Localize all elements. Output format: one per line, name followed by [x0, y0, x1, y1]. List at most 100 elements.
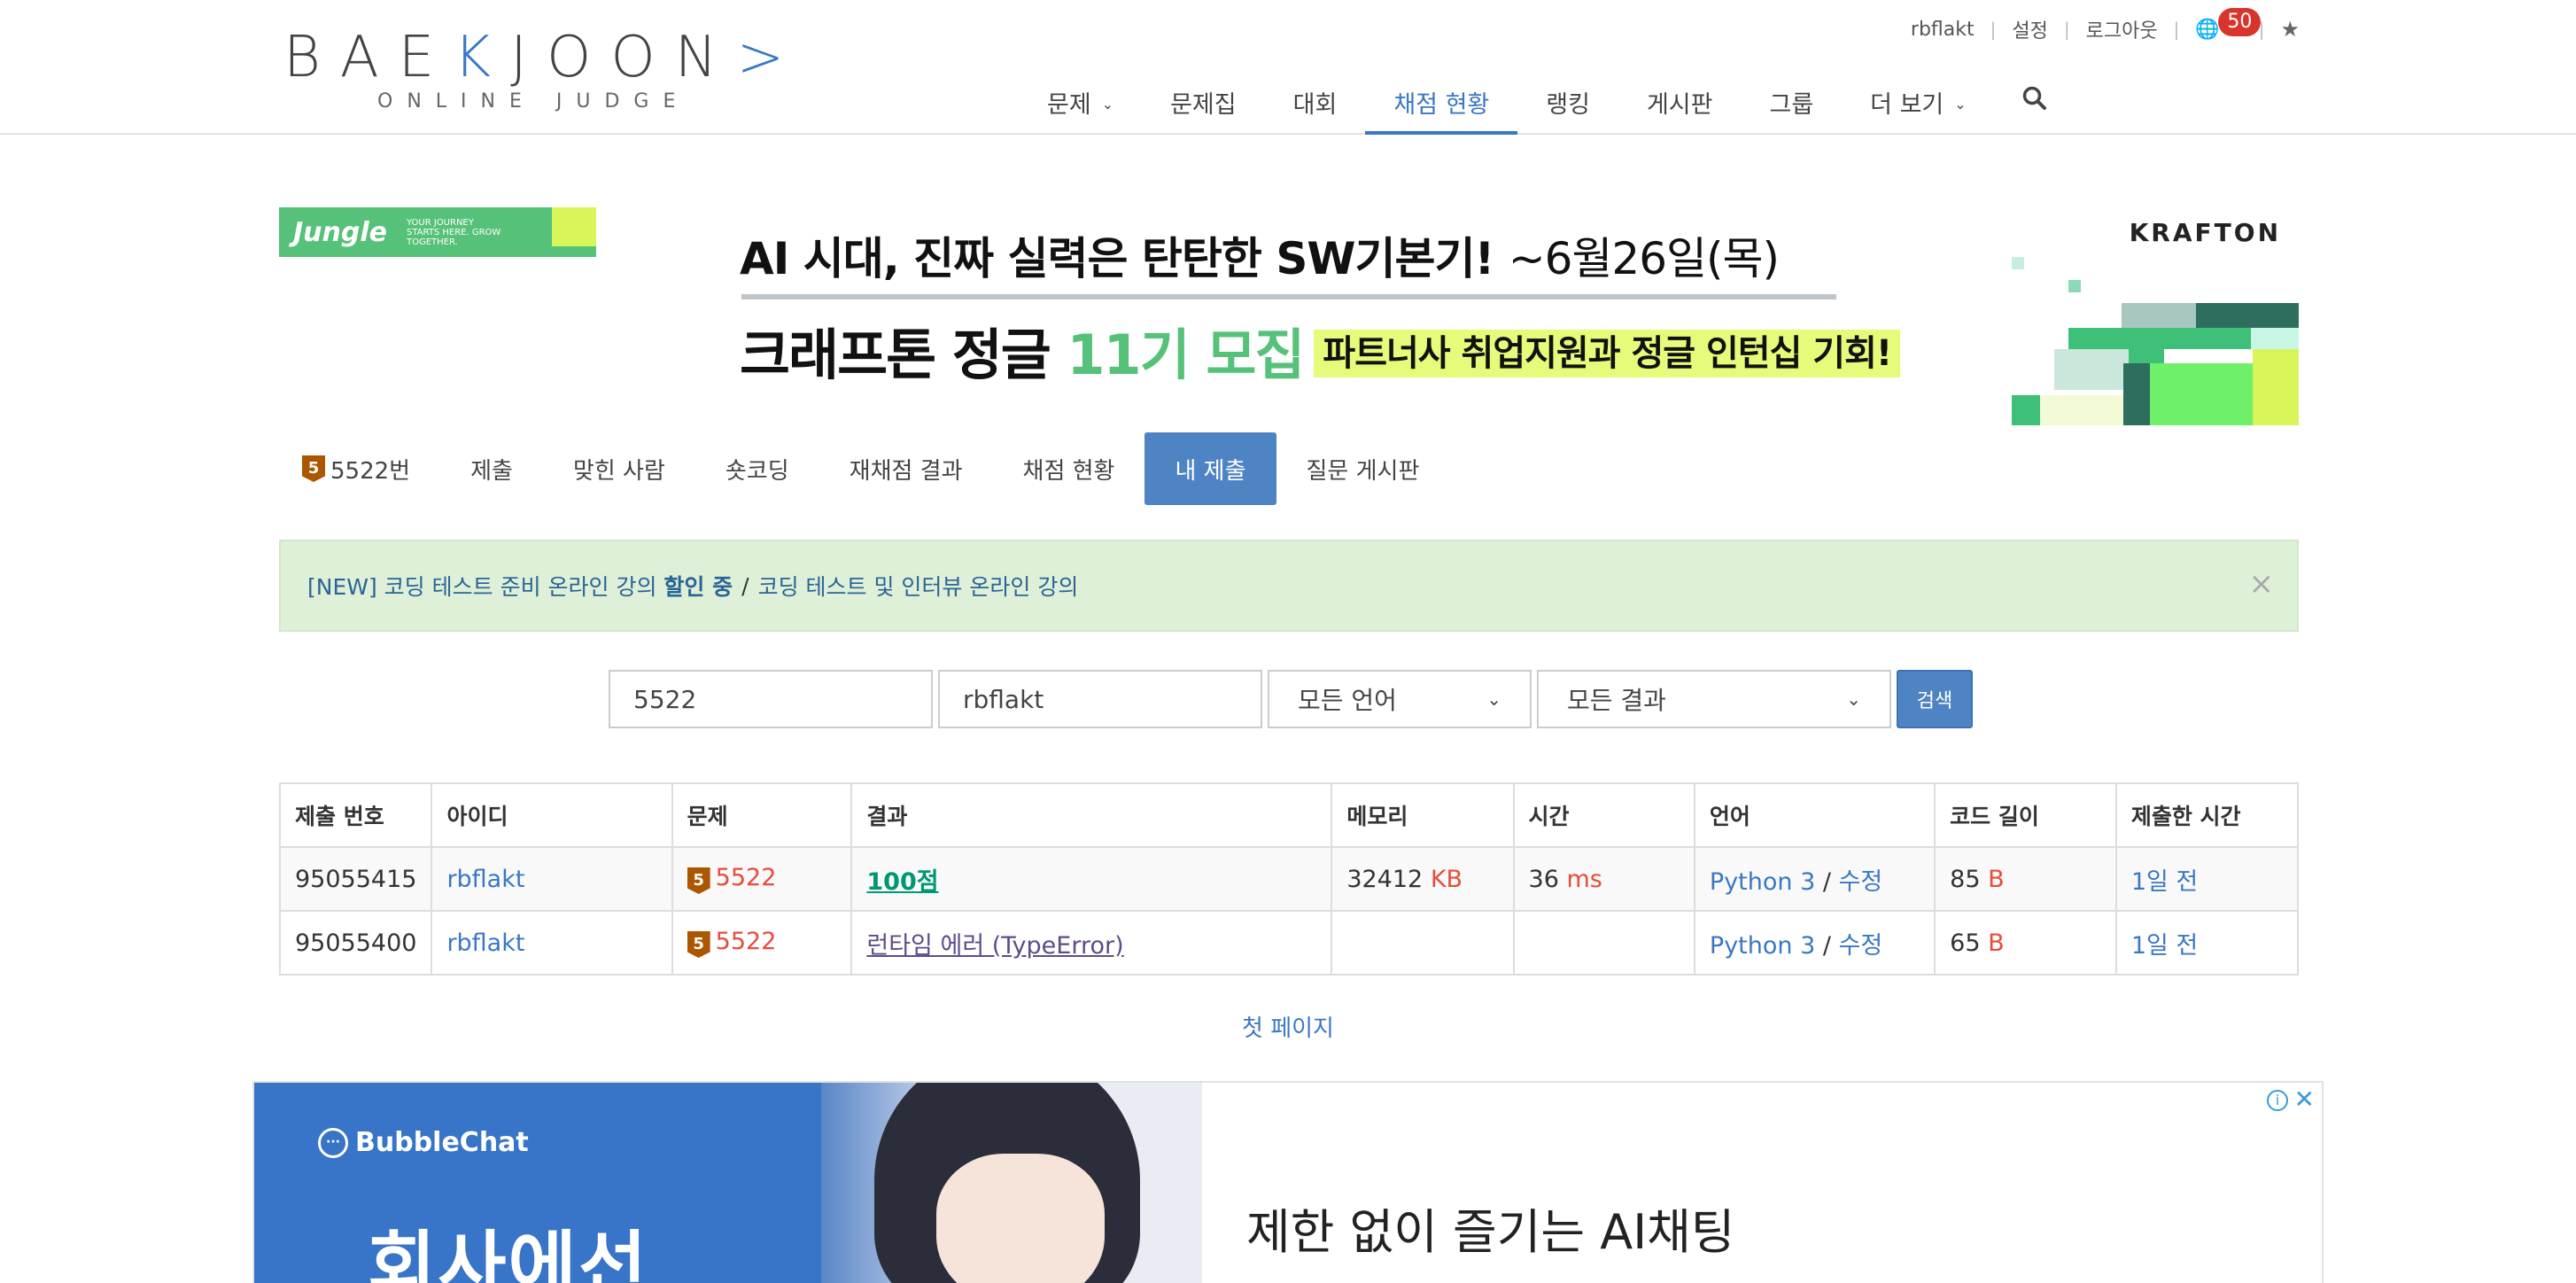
- user-links: rbflakt | 설정 | 로그아웃 | 🌐 50 | ★: [1911, 7, 2300, 43]
- ad-image-text: 회사에선: [368, 1223, 649, 1283]
- table-row: 95055415 rbflakt 5 5522 100점 32412 KB 36 …: [278, 846, 2300, 912]
- search-button[interactable]: 검색: [1897, 670, 1973, 728]
- language-link[interactable]: Python 3: [1710, 868, 1815, 896]
- nav-board[interactable]: 게시판: [1618, 78, 1742, 135]
- tab-qna-board[interactable]: 질문 게시판: [1276, 432, 1450, 505]
- submitted-time-link[interactable]: 1일 전: [2131, 932, 2198, 960]
- logout-link[interactable]: 로그아웃: [2086, 15, 2158, 43]
- language-cell: Python 3 / 수정: [1693, 910, 1936, 976]
- bronze-tier-icon: 5: [687, 867, 710, 894]
- nav-status[interactable]: 채점 현황: [1365, 78, 1518, 135]
- time-cell: [1512, 910, 1695, 976]
- problem-id-input[interactable]: 5522: [609, 670, 933, 728]
- first-page-link[interactable]: 첫 페이지: [1242, 1015, 1334, 1042]
- site-logo[interactable]: BAEKJOON> ONLINE JUDGE: [283, 25, 804, 113]
- pixel-art-decoration: [2012, 230, 2299, 425]
- bronze-tier-icon: 5: [687, 931, 710, 958]
- submission-id: 95055400: [278, 910, 433, 976]
- memory-cell: 32412 KB: [1331, 846, 1515, 912]
- chevron-down-icon: ⌄: [1101, 96, 1114, 113]
- bronze-tier-icon: 5: [302, 455, 325, 482]
- memory-cell: [1331, 910, 1515, 976]
- notifications-button[interactable]: 🌐 50: [2195, 7, 2262, 41]
- status-search-form: 5522 rbflakt 모든 언어 ⌄ 모든 결과 ⌄ 검색: [609, 670, 1973, 728]
- jungle-logo: Jungle YOUR JOURNEY STARTS HERE. GROW TO…: [279, 207, 596, 257]
- tab-solvers[interactable]: 맞힌 사람: [543, 432, 695, 505]
- column-header: 아이디: [431, 782, 673, 848]
- problem-tabs: 5 5522번 제출 맞힌 사람 숏코딩 재채점 결과 채점 현황 내 제출 질문…: [279, 432, 1449, 505]
- jungle-tagline: YOUR JOURNEY STARTS HERE. GROW TOGETHER.: [406, 217, 501, 247]
- nav-ranking[interactable]: 랭킹: [1517, 78, 1618, 135]
- chevron-down-icon: ⌄: [1954, 96, 1967, 113]
- tab-rejudge[interactable]: 재채점 결과: [819, 432, 993, 505]
- jungle-wordmark: Jungle: [293, 216, 387, 248]
- tab-status[interactable]: 채점 현황: [993, 432, 1145, 505]
- user-link[interactable]: rbflakt: [446, 866, 524, 893]
- advertisement[interactable]: ··· BubbleChat 회사에선 제한 없이 즐기는 AI채팅 i ✕: [252, 1081, 2324, 1283]
- column-header: 결과: [850, 782, 1333, 848]
- chevron-down-icon: ⌄: [1486, 688, 1501, 710]
- tab-my-submissions[interactable]: 내 제출: [1144, 432, 1276, 505]
- tab-short-coding[interactable]: 숏코딩: [695, 432, 819, 505]
- chevron-down-icon: ⌄: [1846, 688, 1861, 710]
- logo-subtitle: ONLINE JUDGE: [377, 90, 690, 113]
- user-id-input[interactable]: rbflakt: [938, 670, 1262, 728]
- ad-character-face: [936, 1154, 1105, 1283]
- divider: |: [2173, 19, 2180, 40]
- chat-bubble-icon: ···: [318, 1127, 348, 1158]
- time-cell: 36 ms: [1512, 846, 1695, 912]
- decor-block: [552, 207, 596, 246]
- edit-link[interactable]: 수정: [1839, 932, 1883, 960]
- ad-info-icon[interactable]: i: [2267, 1090, 2288, 1111]
- table-row: 95055400 rbflakt 5 5522 런타임 에러 (TypeError…: [278, 910, 2300, 976]
- nav-contests[interactable]: 대회: [1265, 78, 1366, 135]
- code-length-cell: 65 B: [1934, 910, 2117, 976]
- result-link[interactable]: 런타임 에러 (TypeError): [866, 932, 1123, 960]
- nav-problems[interactable]: 문제 ⌄: [1019, 78, 1142, 135]
- star-icon[interactable]: ★: [2280, 17, 2300, 42]
- nav-workbooks[interactable]: 문제집: [1142, 78, 1265, 135]
- column-header: 코드 길이: [1934, 782, 2117, 848]
- divider: |: [2063, 19, 2070, 40]
- problem-link[interactable]: 5 5522: [671, 846, 853, 912]
- edit-link[interactable]: 수정: [1839, 868, 1883, 896]
- result-select[interactable]: 모든 결과 ⌄: [1537, 670, 1891, 728]
- promo-banner[interactable]: Jungle YOUR JOURNEY STARTS HERE. GROW TO…: [279, 204, 2299, 425]
- language-link[interactable]: Python 3: [1710, 932, 1815, 960]
- result-link[interactable]: 100점: [866, 868, 938, 896]
- banner-subheadline: 크래프톤 정글 11기 모집 파트너사 취업지원과 정글 인턴십 기회!: [740, 310, 1901, 390]
- nav-groups[interactable]: 그룹: [1741, 78, 1842, 135]
- submission-id: 95055415: [278, 846, 433, 912]
- settings-link[interactable]: 설정: [2012, 15, 2047, 43]
- divider: |: [1990, 19, 1997, 40]
- problem-link[interactable]: 5 5522: [671, 910, 853, 976]
- column-header: 메모리: [1331, 782, 1515, 848]
- submissions-table: 제출 번호 아이디 문제 결과 메모리 시간 언어 코드 길이 제출한 시간 9…: [278, 782, 2300, 976]
- column-header: 제출 번호: [278, 782, 433, 848]
- alert-link-course[interactable]: [NEW] 코딩 테스트 준비 온라인 강의 할인 중: [307, 570, 733, 602]
- logo-wordmark: BAEKJOON>: [283, 25, 804, 90]
- nav-more[interactable]: 더 보기 ⌄: [1842, 78, 1995, 135]
- close-icon[interactable]: ×: [2249, 566, 2275, 602]
- notification-badge: 50: [2218, 7, 2262, 36]
- alert-link-interview[interactable]: 코딩 테스트 및 인터뷰 온라인 강의: [758, 570, 1079, 602]
- banner-headline: AI 시대, 진짜 실력은 탄탄한 SW기본기! ~6월26일(목): [740, 233, 1780, 284]
- code-length-cell: 85 B: [1934, 846, 2117, 912]
- site-header: BAEKJOON> ONLINE JUDGE rbflakt | 설정 | 로그…: [0, 0, 2576, 135]
- ad-headline: 제한 없이 즐기는 AI채팅: [1246, 1204, 1735, 1260]
- column-header: 문제: [671, 782, 853, 848]
- user-link[interactable]: rbflakt: [446, 929, 524, 957]
- alert-separator: /: [741, 572, 749, 599]
- tab-problem[interactable]: 5 5522번: [279, 432, 440, 505]
- main-nav: 문제 ⌄ 문제집 대회 채점 현황 랭킹 게시판 그룹 더 보기 ⌄: [1019, 78, 2048, 135]
- search-icon[interactable]: [1995, 78, 2048, 135]
- username-link[interactable]: rbflakt: [1911, 19, 1975, 41]
- banner-divider: [741, 294, 1836, 299]
- column-header: 시간: [1512, 782, 1695, 848]
- language-select[interactable]: 모든 언어 ⌄: [1268, 670, 1532, 728]
- tab-submit[interactable]: 제출: [440, 432, 543, 505]
- submitted-time-link[interactable]: 1일 전: [2131, 868, 2198, 896]
- table-header-row: 제출 번호 아이디 문제 결과 메모리 시간 언어 코드 길이 제출한 시간: [278, 782, 2300, 848]
- bubblechat-logo: ··· BubbleChat: [318, 1127, 529, 1158]
- ad-close-icon[interactable]: ✕: [2294, 1085, 2315, 1114]
